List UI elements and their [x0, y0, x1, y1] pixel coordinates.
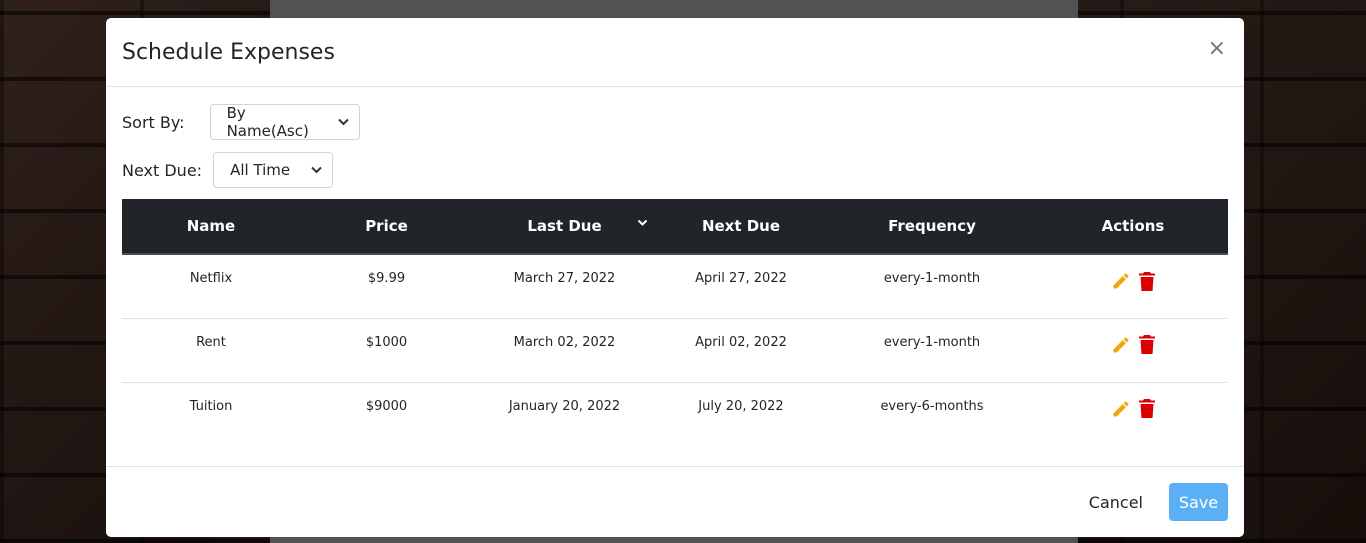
cell-next-due: April 27, 2022 [656, 254, 826, 319]
trash-icon[interactable] [1139, 271, 1155, 295]
close-icon[interactable]: × [1208, 38, 1226, 60]
save-button[interactable]: Save [1169, 483, 1228, 521]
sort-by-row: Sort By: By Name(Asc) [122, 103, 1228, 141]
pencil-icon[interactable] [1111, 335, 1131, 359]
cancel-button[interactable]: Cancel [1089, 493, 1143, 512]
column-header-name[interactable]: Name [122, 199, 300, 255]
next-due-label: Next Due: [122, 160, 203, 180]
sort-chevron-icon[interactable] [637, 217, 648, 230]
column-header-next-due[interactable]: Next Due [656, 199, 826, 255]
pencil-icon[interactable] [1111, 271, 1131, 295]
cell-price: $1000 [300, 318, 473, 383]
modal-header: Schedule Expenses × [106, 18, 1244, 87]
table-header-row: Name Price Last Due Next Due Frequency A… [122, 199, 1228, 255]
table-row: Rent $1000 March 02, 2022 April 02, 2022… [122, 318, 1228, 383]
cell-price: $9000 [365, 398, 408, 414]
cell-name: Tuition [189, 398, 233, 414]
schedule-expenses-modal: Schedule Expenses × Sort By: By Name(Asc… [106, 18, 1244, 537]
expenses-table: Name Price Last Due Next Due Frequency A… [122, 199, 1228, 446]
next-due-value: All Time [230, 161, 291, 179]
cell-last-due: March 27, 2022 [473, 254, 656, 319]
modal-body: Sort By: By Name(Asc) Next Due: All Time [106, 87, 1244, 467]
next-due-select[interactable]: All Time [213, 152, 334, 188]
column-header-price[interactable]: Price [300, 199, 473, 255]
trash-icon[interactable] [1139, 399, 1155, 422]
table-row: Tuition $9000 January 20, 2022 July 20, … [122, 382, 1228, 446]
cell-actions [1038, 318, 1228, 383]
column-header-last-due[interactable]: Last Due [473, 199, 656, 255]
cell-frequency: every-1-month [826, 254, 1038, 319]
sort-by-label: Sort By: [122, 112, 185, 132]
column-header-actions: Actions [1038, 199, 1228, 255]
cell-name: Netflix [122, 254, 300, 319]
sort-by-value: By Name(Asc) [226, 104, 309, 140]
sort-by-select[interactable]: By Name(Asc) [209, 104, 360, 140]
cell-price: $9.99 [300, 254, 473, 319]
last-due-header-label: Last Due [527, 217, 602, 235]
cell-frequency: every-1-month [826, 318, 1038, 383]
chevron-down-icon [311, 164, 322, 177]
chevron-down-icon [337, 116, 349, 129]
modal-footer: Cancel Save [106, 466, 1244, 537]
trash-icon[interactable] [1139, 335, 1155, 358]
cell-actions [1038, 254, 1228, 319]
cell-next-due: April 02, 2022 [656, 318, 826, 383]
cell-last-due: January 20, 2022 [508, 398, 621, 414]
cell-actions [1038, 382, 1228, 446]
table-row: Netflix $9.99 March 27, 2022 April 27, 2… [122, 254, 1228, 319]
pencil-icon[interactable] [1111, 399, 1131, 423]
cell-frequency: every-6-months [880, 398, 984, 414]
modal-title: Schedule Expenses [122, 39, 335, 65]
cell-name: Rent [122, 318, 300, 383]
column-header-frequency[interactable]: Frequency [826, 199, 1038, 255]
cell-next-due: July 20, 2022 [698, 398, 784, 414]
cell-last-due: March 02, 2022 [473, 318, 656, 383]
next-due-row: Next Due: All Time [122, 151, 1228, 189]
